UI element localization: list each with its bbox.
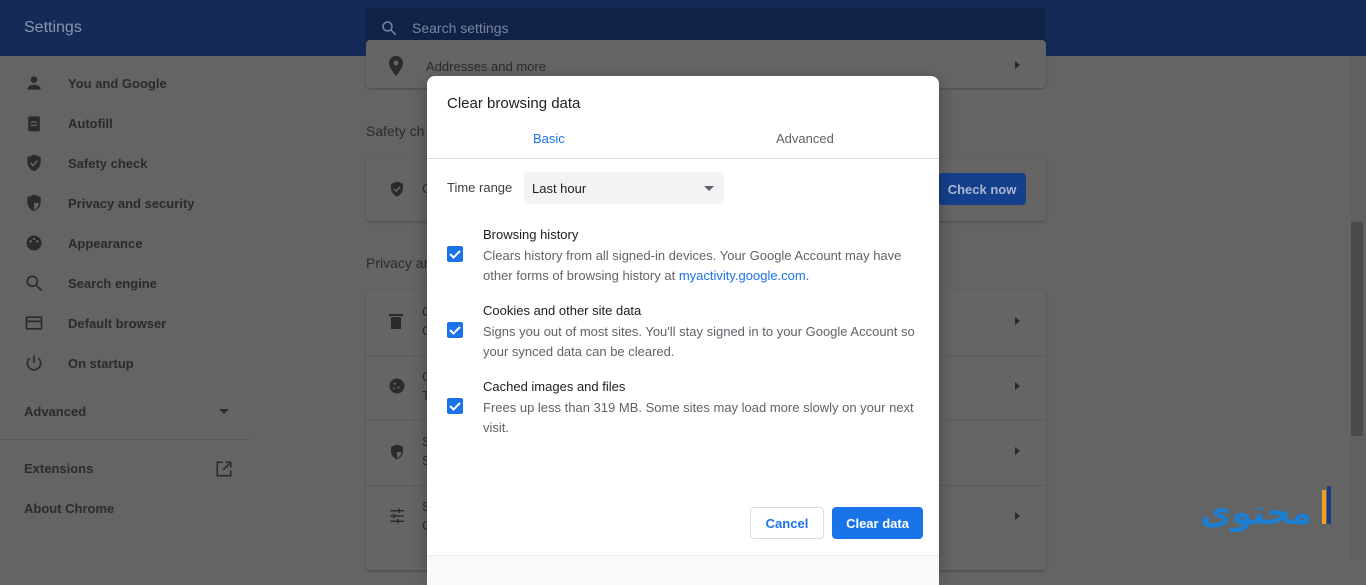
shield-half-icon xyxy=(391,444,403,460)
browser-icon xyxy=(25,316,43,330)
time-range-value: Last hour xyxy=(532,181,587,196)
clear-data-button[interactable]: Clear data xyxy=(832,507,923,539)
chevron-right-icon xyxy=(1015,382,1020,390)
myactivity-link[interactable]: myactivity.google.com xyxy=(679,268,806,283)
dropdown-arrow-icon xyxy=(704,186,714,191)
shield-check-icon xyxy=(391,181,403,197)
option-title: Cookies and other site data xyxy=(483,303,642,318)
tab-divider xyxy=(427,158,939,159)
browsing-history-checkbox[interactable] xyxy=(447,246,463,262)
sidebar-extensions[interactable]: Extensions xyxy=(24,461,93,476)
check-now-button[interactable]: Check now xyxy=(938,173,1026,205)
cache-checkbox[interactable] xyxy=(447,398,463,414)
sidebar-about-chrome[interactable]: About Chrome xyxy=(24,501,114,516)
dialog-title: Clear browsing data xyxy=(447,95,581,112)
time-range-label: Time range xyxy=(447,180,513,195)
safety-heading: Safety ch xyxy=(366,123,425,139)
shield-half-icon xyxy=(27,194,41,212)
palette-icon xyxy=(26,235,42,251)
sidebar-item-appearance[interactable]: Appearance xyxy=(0,223,250,263)
open-in-new-icon[interactable] xyxy=(215,460,233,478)
time-range-select[interactable]: Last hour xyxy=(524,172,724,204)
power-icon xyxy=(26,355,42,371)
clear-browsing-data-dialog: Clear browsing data Basic Advanced Time … xyxy=(427,76,939,585)
cookies-checkbox[interactable] xyxy=(447,322,463,338)
option-title: Browsing history xyxy=(483,227,579,242)
check-icon xyxy=(449,326,461,335)
sidebar-item-on-startup[interactable]: On startup xyxy=(0,343,250,383)
sidebar-item-safety-check[interactable]: Safety check xyxy=(0,143,250,183)
chevron-right-icon xyxy=(1015,512,1020,520)
chevron-right-icon xyxy=(1015,317,1020,325)
option-desc: Frees up less than 319 MB. Some sites ma… xyxy=(483,400,914,435)
chevron-down-icon[interactable] xyxy=(219,409,229,414)
option-desc: Signs you out of most sites. You'll stay… xyxy=(483,324,915,359)
sidebar-item-privacy[interactable]: Privacy and security xyxy=(0,183,250,223)
shield-check-icon xyxy=(27,154,41,172)
scrollbar-thumb[interactable] xyxy=(1351,222,1363,436)
trash-icon xyxy=(389,314,403,329)
privacy-heading: Privacy ar xyxy=(366,255,429,271)
search-icon xyxy=(382,21,397,36)
option-desc: Clears history from all signed-in device… xyxy=(483,246,923,286)
person-icon xyxy=(27,76,41,90)
check-icon xyxy=(449,402,461,411)
sidebar-item-search-engine[interactable]: Search engine xyxy=(0,263,250,303)
sidebar-item-default-browser[interactable]: Default browser xyxy=(0,303,250,343)
tune-icon xyxy=(390,508,404,524)
addresses-label: Addresses and more xyxy=(426,59,546,74)
clipboard-icon xyxy=(28,116,40,132)
location-pin-icon xyxy=(389,56,403,76)
watermark-logo: محتوى xyxy=(1200,480,1340,545)
search-icon xyxy=(26,275,43,292)
desc-end: . xyxy=(805,268,810,283)
option-title: Cached images and files xyxy=(483,379,626,394)
cancel-button[interactable]: Cancel xyxy=(750,507,824,539)
divider xyxy=(0,439,250,440)
chevron-right-icon xyxy=(1015,61,1020,69)
tab-advanced[interactable]: Advanced xyxy=(776,131,834,146)
sidebar-advanced[interactable]: Advanced xyxy=(24,404,86,419)
sidebar-item-autofill[interactable]: Autofill xyxy=(0,103,250,143)
svg-text:محتوى: محتوى xyxy=(1200,493,1312,533)
cookie-icon xyxy=(389,378,405,394)
search-placeholder: Search settings xyxy=(412,20,509,36)
page-title: Settings xyxy=(24,19,82,36)
chevron-right-icon xyxy=(1015,447,1020,455)
sidebar-item-you-and-google[interactable]: You and Google xyxy=(0,63,250,103)
tab-basic[interactable]: Basic xyxy=(533,131,565,146)
check-icon xyxy=(449,250,461,259)
